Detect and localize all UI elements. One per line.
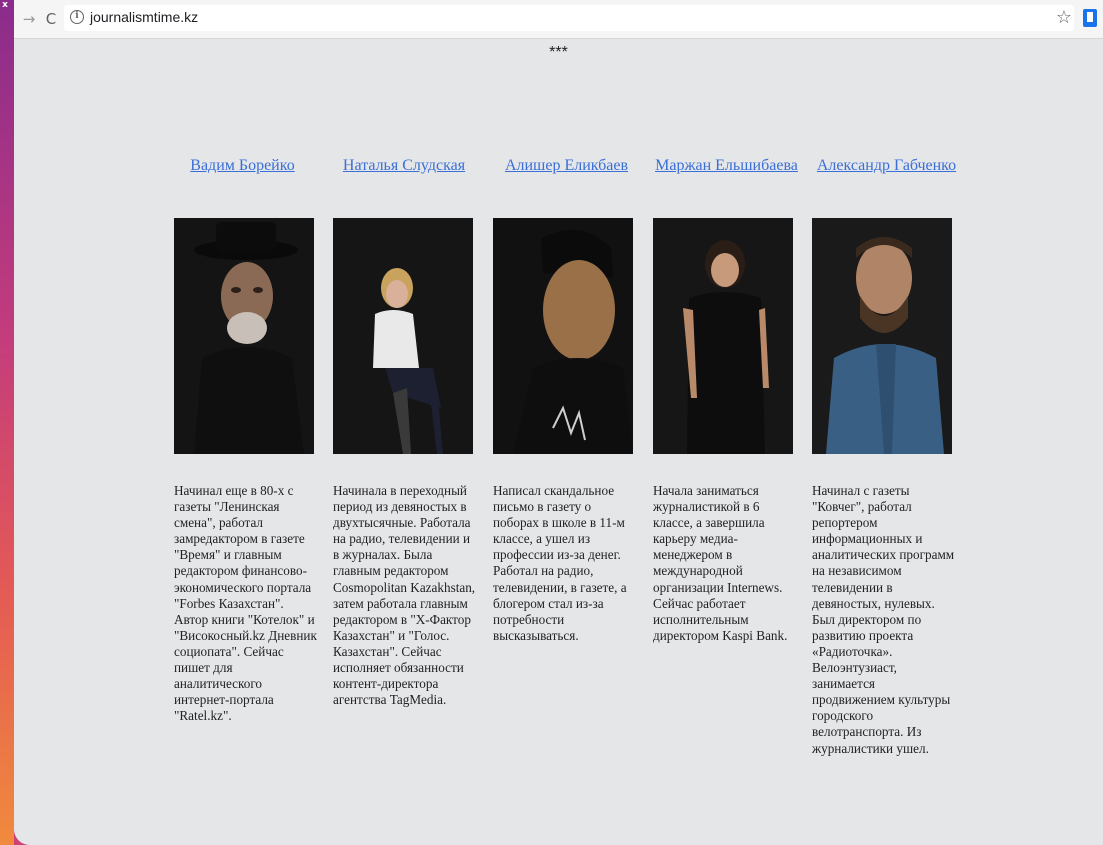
reload-icon[interactable]: C (42, 10, 60, 28)
forward-icon[interactable]: → (20, 10, 38, 28)
info-icon[interactable]: i (70, 10, 84, 24)
person-bio: Начинал еще в 80-х с газеты "Ленинская с… (174, 483, 317, 724)
person-card: Александр Габченко Начинал с газеты "Ков… (812, 157, 957, 756)
desktop-background: x (0, 0, 14, 845)
browser-toolbar: → C i journalismtime.kz ☆ (14, 0, 1103, 39)
person-card: Маржан Ельшибаева Начала заниматься журн… (653, 157, 798, 643)
portrait-photo (174, 218, 314, 454)
page-content: *** Вадим Борейко Начинал еще в 80-х с г… (14, 39, 1103, 845)
person-bio: Начала заниматься журналистикой в 6 клас… (653, 483, 788, 643)
person-name-link[interactable]: Наталья Слудская (330, 157, 478, 175)
browser-window: → C i journalismtime.kz ☆ *** Вадим Боре… (14, 0, 1103, 845)
person-card: Вадим Борейко Начинал еще в 80-х с газет… (174, 157, 319, 723)
person-bio: Начинал с газеты "Ковчег", работал репор… (812, 483, 955, 756)
close-icon[interactable]: x (0, 0, 10, 10)
address-bar[interactable]: i journalismtime.kz ☆ (64, 5, 1074, 31)
url-text[interactable]: journalismtime.kz (90, 9, 198, 25)
portrait-photo (493, 218, 633, 454)
person-bio: Начинала в переходный период из девяност… (333, 483, 476, 708)
portrait-photo (812, 218, 952, 454)
person-name-link[interactable]: Вадим Борейко (166, 157, 319, 175)
bookmark-star-icon[interactable]: ☆ (1053, 7, 1075, 29)
bookmark-extension-icon[interactable] (1083, 9, 1097, 27)
section-separator: *** (549, 44, 568, 61)
person-name-link[interactable]: Алишер Еликбаев (495, 157, 638, 175)
person-card: Наталья Слудская Начинала в переходный п… (330, 157, 478, 707)
person-name-link[interactable]: Александр Габченко (816, 157, 957, 175)
person-name-link[interactable]: Маржан Ельшибаева (655, 157, 798, 175)
portrait-photo (333, 218, 473, 454)
portrait-photo (653, 218, 793, 454)
person-bio: Написал скандальное письмо в газету о по… (493, 483, 627, 643)
person-card: Алишер Еликбаев Написал скандальное пись… (493, 157, 638, 643)
